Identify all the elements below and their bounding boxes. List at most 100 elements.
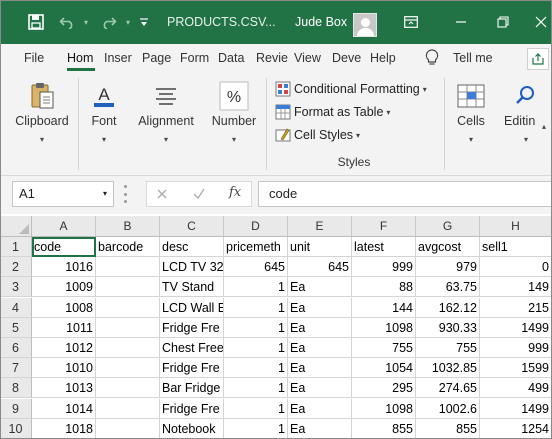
row-header[interactable]: 4 — [0, 298, 32, 318]
cell-d8[interactable]: 1 — [224, 378, 288, 398]
column-header-f[interactable]: F — [352, 216, 416, 237]
cell-b6[interactable] — [96, 338, 160, 358]
number-format-icon[interactable]: % — [218, 80, 250, 112]
font-group[interactable]: Font — [82, 114, 126, 128]
cell-e2[interactable]: 645 — [288, 257, 352, 277]
cell-a3[interactable]: 1009 — [32, 277, 96, 297]
cell-c10[interactable]: Notebook — [160, 419, 224, 439]
row-header[interactable]: 1 — [0, 237, 32, 257]
cell-e5[interactable]: Ea — [288, 318, 352, 338]
cell-g3[interactable]: 63.75 — [416, 277, 480, 297]
cell-b10[interactable] — [96, 419, 160, 439]
cell-b9[interactable] — [96, 399, 160, 419]
cell-h10[interactable]: 1254 — [480, 419, 552, 439]
column-header-a[interactable]: A — [32, 216, 96, 237]
lightbulb-icon[interactable] — [425, 49, 439, 69]
cell-h1[interactable]: sell1 — [480, 237, 552, 257]
chevron-down-icon[interactable]: ▾ — [103, 182, 107, 206]
cell-d6[interactable]: 1 — [224, 338, 288, 358]
column-header-h[interactable]: H — [480, 216, 552, 237]
cell-g5[interactable]: 930.33 — [416, 318, 480, 338]
cell-d5[interactable]: 1 — [224, 318, 288, 338]
cell-d4[interactable]: 1 — [224, 298, 288, 318]
formula-input[interactable]: code — [258, 181, 552, 207]
cell-a5[interactable]: 1011 — [32, 318, 96, 338]
cell-f9[interactable]: 1098 — [352, 399, 416, 419]
paste-icon[interactable] — [26, 80, 58, 112]
cell-g1[interactable]: avgcost — [416, 237, 480, 257]
cell-g6[interactable]: 755 — [416, 338, 480, 358]
alignment-dropdown-icon[interactable]: ▾ — [160, 131, 172, 145]
cell-h2[interactable]: 0 — [480, 257, 552, 277]
cell-a9[interactable]: 1014 — [32, 399, 96, 419]
name-box[interactable]: A1 ▾ — [12, 181, 114, 207]
cell-h4[interactable]: 215 — [480, 298, 552, 318]
cell-b2[interactable] — [96, 257, 160, 277]
cell-d10[interactable]: 1 — [224, 419, 288, 439]
cell-d1[interactable]: pricemeth — [224, 237, 288, 257]
cell-c7[interactable]: Fridge Fre — [160, 358, 224, 378]
cell-h8[interactable]: 499 — [480, 378, 552, 398]
cell-c2[interactable]: LCD TV 32' — [160, 257, 224, 277]
clipboard-dropdown-icon[interactable]: ▾ — [36, 131, 48, 145]
user-name[interactable]: Jude Box — [295, 0, 347, 44]
row-header[interactable]: 8 — [0, 378, 32, 398]
cell-c3[interactable]: TV Stand — [160, 277, 224, 297]
cell-c8[interactable]: Bar Fridge — [160, 378, 224, 398]
tab-help[interactable]: Help — [370, 44, 396, 73]
cell-e9[interactable]: Ea — [288, 399, 352, 419]
cell-h5[interactable]: 1499 — [480, 318, 552, 338]
minimize-icon[interactable] — [448, 0, 474, 44]
cell-c1[interactable]: desc — [160, 237, 224, 257]
restore-icon[interactable] — [490, 0, 516, 44]
column-header-e[interactable]: E — [288, 216, 352, 237]
row-header[interactable]: 9 — [0, 399, 32, 419]
cell-a1[interactable]: code — [32, 237, 96, 257]
cell-f2[interactable]: 999 — [352, 257, 416, 277]
cell-b1[interactable]: barcode — [96, 237, 160, 257]
cell-e4[interactable]: Ea — [288, 298, 352, 318]
cell-a8[interactable]: 1013 — [32, 378, 96, 398]
cell-d7[interactable]: 1 — [224, 358, 288, 378]
alignment-icon[interactable] — [150, 80, 182, 112]
cell-f7[interactable]: 1054 — [352, 358, 416, 378]
ribbon-display-options-icon[interactable] — [398, 0, 424, 44]
cell-b3[interactable] — [96, 277, 160, 297]
column-header-c[interactable]: C — [160, 216, 224, 237]
cell-b7[interactable] — [96, 358, 160, 378]
tab-insert[interactable]: Inser — [104, 44, 132, 73]
column-header-d[interactable]: D — [224, 216, 288, 237]
cell-f4[interactable]: 144 — [352, 298, 416, 318]
save-icon[interactable] — [22, 0, 50, 44]
cancel-entry-icon[interactable] — [156, 186, 168, 205]
undo-dropdown-icon[interactable]: ▾ — [80, 0, 92, 44]
confirm-entry-icon[interactable] — [192, 186, 206, 205]
cell-styles-button[interactable]: Cell Styles ▾ — [275, 125, 360, 145]
cell-d2[interactable]: 645 — [224, 257, 288, 277]
tell-me-search[interactable]: Tell me — [453, 44, 493, 73]
cell-f10[interactable]: 855 — [352, 419, 416, 439]
editing-icon[interactable] — [510, 80, 542, 112]
cell-g7[interactable]: 1032.85 — [416, 358, 480, 378]
cell-f5[interactable]: 1098 — [352, 318, 416, 338]
tab-formulas[interactable]: Form — [180, 44, 209, 73]
cell-e10[interactable]: Ea — [288, 419, 352, 439]
customize-quick-access-icon[interactable] — [136, 0, 152, 44]
row-header[interactable]: 10 — [0, 419, 32, 439]
cell-e6[interactable]: Ea — [288, 338, 352, 358]
cell-a2[interactable]: 1016 — [32, 257, 96, 277]
cell-f8[interactable]: 295 — [352, 378, 416, 398]
tab-file[interactable]: File — [24, 44, 44, 73]
cell-b8[interactable] — [96, 378, 160, 398]
redo-icon[interactable] — [96, 0, 122, 44]
cell-g2[interactable]: 979 — [416, 257, 480, 277]
cell-f1[interactable]: latest — [352, 237, 416, 257]
cell-g9[interactable]: 1002.6 — [416, 399, 480, 419]
tab-page-layout[interactable]: Page — [142, 44, 171, 73]
tab-data[interactable]: Data — [218, 44, 244, 73]
cells-group[interactable]: Cells — [452, 114, 490, 128]
cell-h9[interactable]: 1499 — [480, 399, 552, 419]
cell-e7[interactable]: Ea — [288, 358, 352, 378]
cell-c4[interactable]: LCD Wall E — [160, 298, 224, 318]
column-header-b[interactable]: B — [96, 216, 160, 237]
